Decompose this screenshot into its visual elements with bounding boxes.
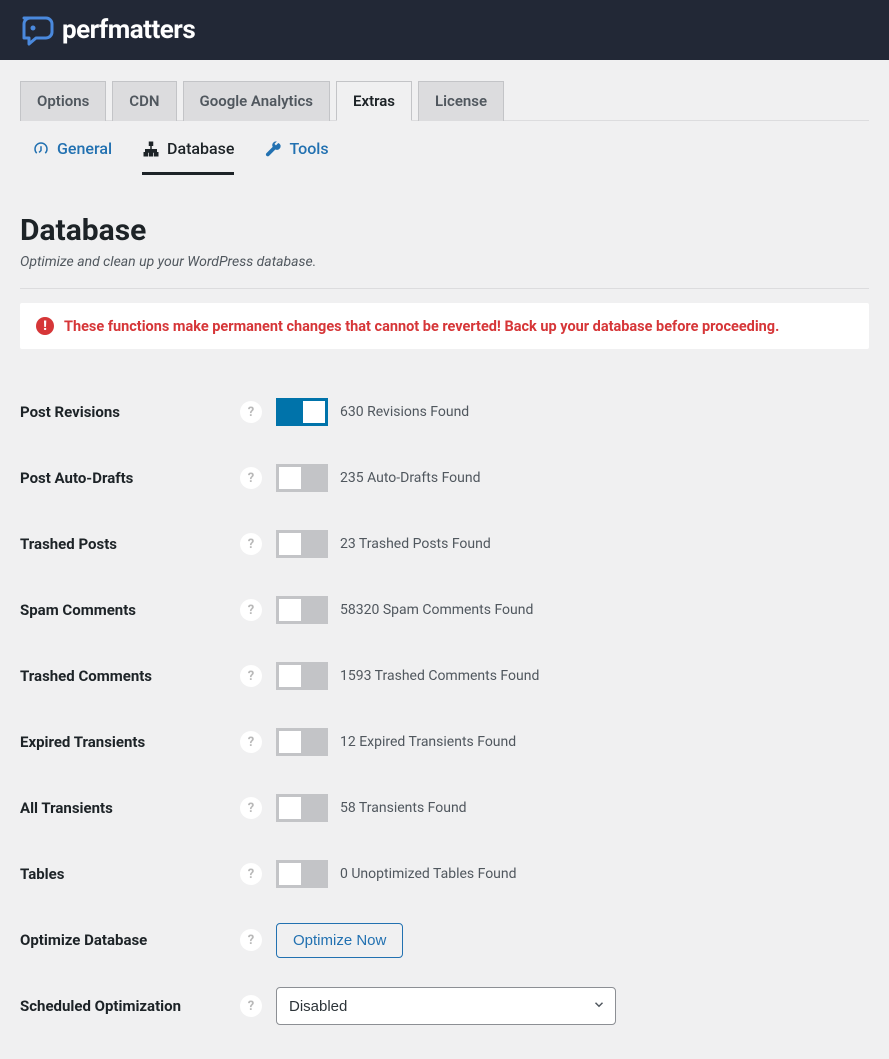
desc-all-transients: 58 Transients Found [340,800,467,816]
desc-expired-transients: 12 Expired Transients Found [340,734,516,750]
row-all-transients: All Transients ? 58 Transients Found [20,775,869,841]
label-all-transients: All Transients [20,799,240,817]
desc-post-auto-drafts: 235 Auto-Drafts Found [340,470,481,486]
content-area: Options CDN Google Analytics Extras Lice… [0,60,889,1059]
subtab-database-label: Database [167,139,234,158]
row-spam-comments: Spam Comments ? 58320 Spam Comments Foun… [20,577,869,643]
toggle-tables[interactable] [276,860,328,888]
warning-banner: ! These functions make permanent changes… [20,303,869,349]
help-icon[interactable]: ? [240,467,262,489]
settings-rows: Post Revisions ? 630 Revisions Found Pos… [20,379,869,1039]
label-expired-transients: Expired Transients [20,733,240,751]
desc-trashed-posts: 23 Trashed Posts Found [340,536,491,552]
wrench-icon [264,140,282,158]
label-scheduled-optimization: Scheduled Optimization [20,997,240,1015]
help-icon[interactable]: ? [240,599,262,621]
subtab-database[interactable]: Database [142,139,234,175]
desc-post-revisions: 630 Revisions Found [340,404,469,420]
toggle-post-revisions[interactable] [276,398,328,426]
help-icon[interactable]: ? [240,731,262,753]
desc-tables: 0 Unoptimized Tables Found [340,866,517,882]
desc-trashed-comments: 1593 Trashed Comments Found [340,668,539,684]
label-post-auto-drafts: Post Auto-Drafts [20,469,240,487]
tab-google-analytics[interactable]: Google Analytics [183,81,331,121]
warning-icon: ! [36,317,54,335]
subtab-tools-label: Tools [289,139,328,158]
app-header: perfmatters [0,0,889,60]
page-title: Database [20,213,869,248]
brand-name: perfmatters [62,15,195,45]
row-post-auto-drafts: Post Auto-Drafts ? 235 Auto-Drafts Found [20,445,869,511]
sitemap-icon [142,140,160,158]
gauge-icon [32,140,50,158]
label-trashed-comments: Trashed Comments [20,667,240,685]
help-icon[interactable]: ? [240,665,262,687]
help-icon[interactable]: ? [240,995,262,1017]
main-tabs: Options CDN Google Analytics Extras Lice… [20,60,869,121]
label-tables: Tables [20,865,240,883]
help-icon[interactable]: ? [240,929,262,951]
help-icon[interactable]: ? [240,533,262,555]
sub-tabs: General Database Tools [20,121,869,175]
help-icon[interactable]: ? [240,863,262,885]
toggle-all-transients[interactable] [276,794,328,822]
tab-license[interactable]: License [418,81,504,121]
page-subtitle: Optimize and clean up your WordPress dat… [20,254,869,289]
row-optimize-database: Optimize Database ? Optimize Now [20,907,869,973]
tab-options[interactable]: Options [20,81,106,121]
row-trashed-comments: Trashed Comments ? 1593 Trashed Comments… [20,643,869,709]
row-tables: Tables ? 0 Unoptimized Tables Found [20,841,869,907]
tab-extras[interactable]: Extras [336,81,412,121]
desc-spam-comments: 58320 Spam Comments Found [340,602,533,618]
subtab-general[interactable]: General [32,139,112,175]
schedule-select[interactable]: Disabled [276,987,616,1025]
toggle-spam-comments[interactable] [276,596,328,624]
row-trashed-posts: Trashed Posts ? 23 Trashed Posts Found [20,511,869,577]
subtab-tools[interactable]: Tools [264,139,328,175]
optimize-now-button[interactable]: Optimize Now [276,923,403,958]
row-expired-transients: Expired Transients ? 12 Expired Transien… [20,709,869,775]
tab-cdn[interactable]: CDN [112,81,176,121]
label-spam-comments: Spam Comments [20,601,240,619]
brand-logo: perfmatters [20,14,195,46]
toggle-trashed-posts[interactable] [276,530,328,558]
help-icon[interactable]: ? [240,401,262,423]
toggle-post-auto-drafts[interactable] [276,464,328,492]
perfmatters-logo-icon [20,14,54,46]
label-trashed-posts: Trashed Posts [20,535,240,553]
toggle-trashed-comments[interactable] [276,662,328,690]
help-icon[interactable]: ? [240,797,262,819]
warning-text: These functions make permanent changes t… [64,318,779,335]
row-post-revisions: Post Revisions ? 630 Revisions Found [20,379,869,445]
label-post-revisions: Post Revisions [20,403,240,421]
row-scheduled-optimization: Scheduled Optimization ? Disabled [20,973,869,1039]
subtab-general-label: General [57,139,112,158]
label-optimize-database: Optimize Database [20,931,240,949]
toggle-expired-transients[interactable] [276,728,328,756]
schedule-select-wrap: Disabled [276,987,616,1025]
